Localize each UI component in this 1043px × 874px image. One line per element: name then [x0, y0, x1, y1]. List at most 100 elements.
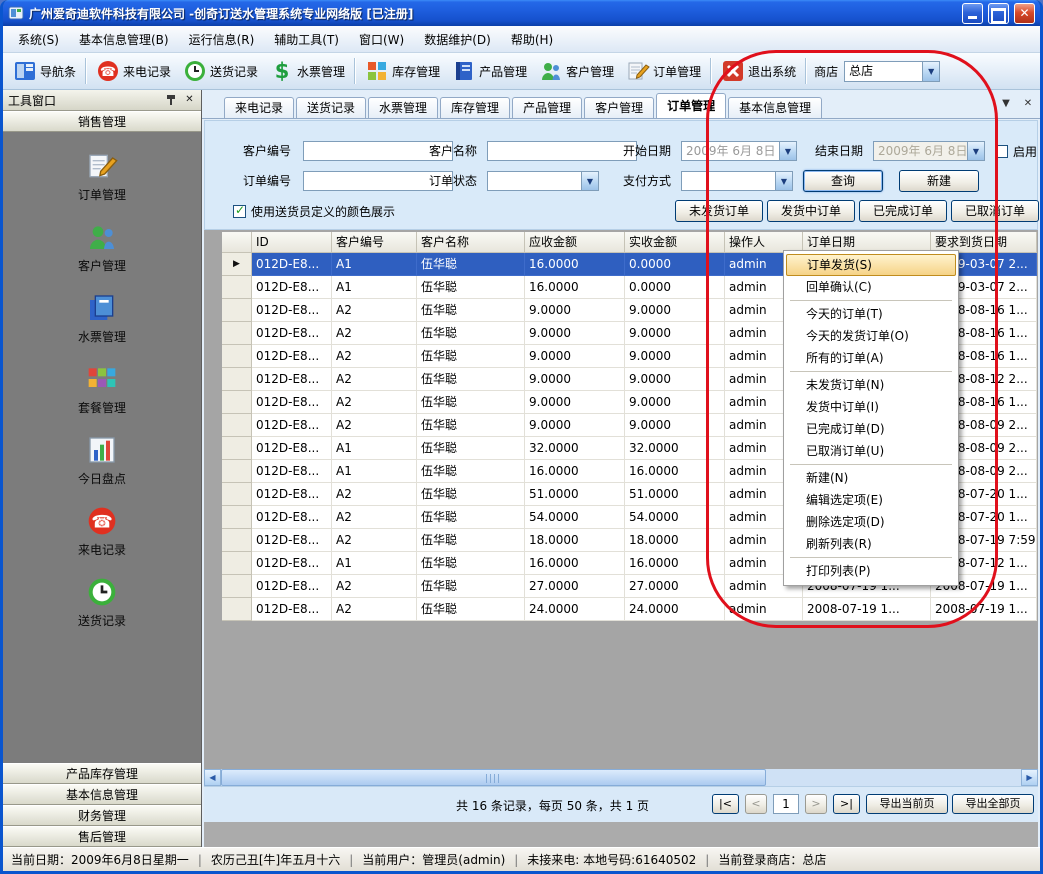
- grid-column-header[interactable]: 客户编号: [332, 232, 417, 253]
- toolbar-button-customers[interactable]: 客户管理: [533, 56, 620, 86]
- context-menu-item[interactable]: 回单确认(C): [786, 276, 956, 298]
- close-icon[interactable]: ✕: [1022, 98, 1034, 110]
- sidebar-item[interactable]: 订单管理: [78, 150, 126, 203]
- grid-column-header[interactable]: ID: [252, 232, 332, 253]
- context-menu-item[interactable]: 订单发货(S): [786, 254, 956, 276]
- menubar-item[interactable]: 窗口(W): [350, 28, 413, 51]
- toolbar-button-dollar[interactable]: $水票管理: [264, 56, 351, 86]
- menubar-item[interactable]: 数据维护(D): [415, 28, 500, 51]
- pin-icon[interactable]: [166, 94, 177, 106]
- chevron-down-icon[interactable]: ▼: [922, 62, 939, 81]
- courier-color-checkbox[interactable]: 使用送货员定义的颜色展示: [233, 201, 395, 221]
- scroll-right-icon[interactable]: ▶: [1021, 769, 1038, 786]
- close-button[interactable]: ✕: [1014, 3, 1035, 24]
- menubar-item[interactable]: 帮助(H): [502, 28, 562, 51]
- horizontal-scrollbar[interactable]: ◀ ▶: [204, 769, 1038, 786]
- scroll-left-icon[interactable]: ◀: [204, 769, 221, 786]
- first-page-button[interactable]: |<: [712, 794, 739, 814]
- grid-cell: 9.0000: [525, 391, 625, 414]
- query-button[interactable]: 查询: [803, 170, 883, 192]
- end-date-picker[interactable]: 2009年 6月 8日 ▼: [873, 141, 985, 161]
- table-row[interactable]: 012D-E8...A2伍华聪24.000024.0000admin2008-0…: [222, 598, 1037, 621]
- context-menu-item[interactable]: 今天的订单(T): [786, 303, 956, 325]
- new-button[interactable]: 新建: [899, 170, 979, 192]
- toolbar-button-exit[interactable]: 退出系统: [715, 56, 802, 86]
- tab[interactable]: 客户管理: [584, 97, 654, 118]
- tab[interactable]: 订单管理: [656, 93, 726, 118]
- start-date-picker[interactable]: 2009年 6月 8日 ▼: [681, 141, 797, 161]
- chevron-down-icon[interactable]: ▼: [1000, 98, 1012, 110]
- context-menu-item[interactable]: 打印列表(P): [786, 560, 956, 582]
- export-all-pages-button[interactable]: 导出全部页: [952, 794, 1034, 814]
- tab[interactable]: 基本信息管理: [728, 97, 822, 118]
- tab[interactable]: 库存管理: [440, 97, 510, 118]
- sidebar-group-button[interactable]: 售后管理: [3, 826, 201, 847]
- grid-cell: A2: [332, 529, 417, 552]
- sidebar-group-sales[interactable]: 销售管理: [3, 111, 201, 132]
- context-menu-item[interactable]: 未发货订单(N): [786, 374, 956, 396]
- menubar-item[interactable]: 基本信息管理(B): [70, 28, 178, 51]
- sidebar-group-button[interactable]: 基本信息管理: [3, 784, 201, 805]
- export-current-page-button[interactable]: 导出当前页: [866, 794, 948, 814]
- toolbar-button-inventory[interactable]: 库存管理: [359, 56, 446, 86]
- tab[interactable]: 来电记录: [224, 97, 294, 118]
- enable-checkbox[interactable]: 启用: [995, 141, 1037, 161]
- context-menu-item[interactable]: 刷新列表(R): [786, 533, 956, 555]
- context-menu-item[interactable]: 新建(N): [786, 467, 956, 489]
- toolbar-button-phone[interactable]: ☎来电记录: [90, 56, 177, 86]
- toolbar-button-navbar[interactable]: 导航条: [7, 56, 82, 86]
- context-menu-item[interactable]: 删除选定项(D): [786, 511, 956, 533]
- chevron-down-icon[interactable]: ▼: [581, 172, 598, 190]
- context-menu-item[interactable]: 已完成订单(D): [786, 418, 956, 440]
- grid-column-header[interactable]: 实收金额: [625, 232, 725, 253]
- toolbar-button-order[interactable]: 订单管理: [620, 56, 707, 86]
- titlebar: 广州爱奇迪软件科技有限公司 -创奇订送水管理系统专业网络版 [已注册] ✕: [3, 0, 1040, 26]
- sidebar-item[interactable]: 客户管理: [78, 221, 126, 274]
- customer-name-input[interactable]: [487, 141, 637, 161]
- menubar-item[interactable]: 系统(S): [9, 28, 68, 51]
- chevron-down-icon[interactable]: ▼: [775, 172, 792, 190]
- prev-page-button[interactable]: <: [745, 794, 767, 814]
- context-menu-item[interactable]: 发货中订单(I): [786, 396, 956, 418]
- order-status-filter-button[interactable]: 已取消订单: [951, 200, 1039, 222]
- close-icon[interactable]: ✕: [183, 94, 196, 107]
- context-menu-item[interactable]: 编辑选定项(E): [786, 489, 956, 511]
- sidebar-item[interactable]: ☎来电记录: [78, 505, 126, 558]
- sidebar-group-button[interactable]: 财务管理: [3, 805, 201, 826]
- store-select[interactable]: 总店 ▼: [844, 61, 940, 82]
- context-menu-item[interactable]: 所有的订单(A): [786, 347, 956, 369]
- chevron-down-icon[interactable]: ▼: [779, 142, 796, 160]
- scrollbar-thumb[interactable]: [221, 769, 766, 786]
- bottom-strip: [204, 822, 1038, 847]
- order-status-filter-button[interactable]: 发货中订单: [767, 200, 855, 222]
- toolbar-button-label: 订单管理: [653, 63, 701, 80]
- order-status-filter-button[interactable]: 已完成订单: [859, 200, 947, 222]
- grid-cell: 伍华聪: [417, 345, 525, 368]
- order-status-select[interactable]: ▼: [487, 171, 599, 191]
- maximize-button[interactable]: [988, 3, 1009, 24]
- tab[interactable]: 产品管理: [512, 97, 582, 118]
- context-menu-item[interactable]: 今天的发货订单(O): [786, 325, 956, 347]
- statusbar-separator: |: [705, 853, 709, 867]
- context-menu-item[interactable]: 已取消订单(U): [786, 440, 956, 462]
- toolbar-button-product[interactable]: 产品管理: [446, 56, 533, 86]
- tab[interactable]: 送货记录: [296, 97, 366, 118]
- sidebar-item[interactable]: 送货记录: [78, 576, 126, 629]
- pay-method-select[interactable]: ▼: [681, 171, 793, 191]
- menubar-item[interactable]: 辅助工具(T): [265, 28, 348, 51]
- sidebar-item[interactable]: 今日盘点: [78, 434, 126, 487]
- grid-column-header[interactable]: 客户名称: [417, 232, 525, 253]
- sidebar-item[interactable]: 套餐管理: [78, 363, 126, 416]
- minimize-button[interactable]: [962, 3, 983, 24]
- order-status-filter-button[interactable]: 未发货订单: [675, 200, 763, 222]
- next-page-button[interactable]: >: [805, 794, 827, 814]
- page-number-input[interactable]: 1: [773, 794, 799, 814]
- sidebar-item[interactable]: 水票管理: [78, 292, 126, 345]
- toolbar-button-clock[interactable]: 送货记录: [177, 56, 264, 86]
- tab[interactable]: 水票管理: [368, 97, 438, 118]
- sidebar-group-button[interactable]: 产品库存管理: [3, 763, 201, 784]
- last-page-button[interactable]: >|: [833, 794, 860, 814]
- grid-column-header[interactable]: 应收金额: [525, 232, 625, 253]
- chevron-down-icon[interactable]: ▼: [967, 142, 984, 160]
- menubar-item[interactable]: 运行信息(R): [180, 28, 264, 51]
